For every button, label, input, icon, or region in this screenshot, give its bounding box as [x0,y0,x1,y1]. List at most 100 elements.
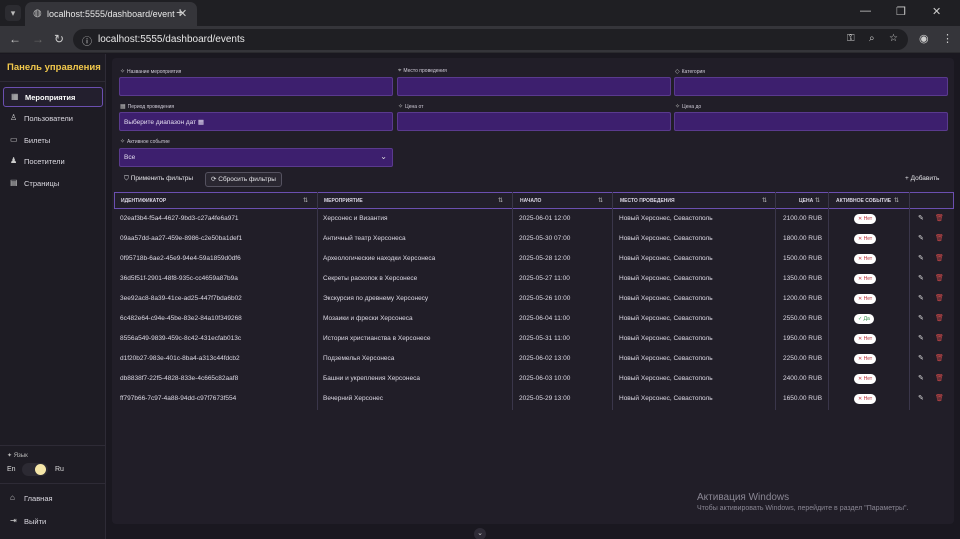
table-row[interactable]: 02eaf3b4-f5a4-4627-9bd3-c27a4fe6a971 Херс… [114,209,954,229]
edit-icon[interactable]: ✎ [918,354,924,362]
table-row[interactable]: d1f20b27-983e-401c-8ba4-a313c44fdcb2 Подз… [114,349,954,369]
table-row[interactable]: 6c482e64-c94e-45be-83e2-84a10f349268 Моза… [114,309,954,329]
delete-icon[interactable]: 🗑 [935,294,944,302]
sort-icon[interactable]: ⇅ [303,197,308,204]
back-arrow-icon[interactable]: ← [9,32,21,46]
active-filter-select[interactable]: Все ⌄ [119,148,393,167]
table-row[interactable]: 8556a549-9839-459c-8c42-431ecfab013c Исто… [114,329,954,349]
edit-icon[interactable]: ✎ [918,214,924,222]
url-text[interactable]: localhost:5555/dashboard/events [98,34,245,45]
restore-button[interactable]: ❐ [896,5,906,18]
cell-start: 2025-05-28 12:00 [519,255,571,262]
sort-icon[interactable]: ⇅ [894,197,899,204]
sort-icon[interactable]: ⇅ [498,197,503,204]
price-to-input[interactable] [674,112,948,131]
add-event-button[interactable]: + Добавить [900,172,944,187]
table-row[interactable]: 09aa57dd-aa27-459e-8986-c2e50ba1def1 Анти… [114,229,954,249]
edit-icon[interactable]: ✎ [918,274,924,282]
category-filter-input[interactable] [674,77,948,96]
edit-icon[interactable]: ✎ [918,314,924,322]
table-row[interactable]: db8838f7-22f5-4828-833e-4c665c82aaf8 Башн… [114,369,954,389]
table-row[interactable]: 36d5f51f-2901-48f8-935c-cc4659a87b9a Секр… [114,269,954,289]
delete-icon[interactable]: 🗑 [935,214,944,222]
edit-icon[interactable]: ✎ [918,394,924,402]
cell-price: 1500.00 RUB [783,255,823,262]
column-header-id[interactable]: ИДЕНТИФИКАТОР [121,198,166,204]
sidebar-item-pages[interactable]: ▤ Страницы [3,174,103,194]
sidebar-item-users[interactable]: ♙ Пользователи [3,109,103,129]
cell-id: ff797b66-7c97-4a88-94dd-c97f7673f554 [120,395,237,402]
sort-icon[interactable]: ⇅ [815,197,820,204]
delete-icon[interactable]: 🗑 [935,374,944,382]
sidebar-item-events[interactable]: ▦ Мероприятия [3,87,103,107]
cell-id: 8556a549-9839-459c-8c42-431ecfab013c [120,335,242,342]
delete-icon[interactable]: 🗑 [935,274,944,282]
delete-icon[interactable]: 🗑 [935,314,944,322]
table-row[interactable]: ff797b66-7c97-4a88-94dd-c97f7673f554 Вече… [114,389,954,409]
column-header-price[interactable]: ЦЕНА [799,198,813,204]
active-filter-label: ✧ Активное событие [120,139,170,145]
globe-icon: ◍ [33,8,42,19]
sidebar-item-label: Билеты [24,136,51,145]
cell-venue: Новый Херсонес, Севастополь [619,355,713,362]
delete-icon[interactable]: 🗑 [935,234,944,242]
sidebar-item-home[interactable]: ⌂ Главная [3,489,103,509]
windows-activation-title: Активация Windows [697,492,790,503]
language-toggle[interactable] [22,463,48,476]
browser-tab[interactable]: ◍ localhost:5555/dashboard/events ✕ [25,2,197,26]
star-icon[interactable]: ☆ [889,33,898,44]
venue-filter-input[interactable] [397,77,671,96]
logout-icon: ⇥ [10,516,17,525]
name-filter-input[interactable] [119,77,393,96]
sort-icon[interactable]: ⇅ [762,197,767,204]
home-icon: ⌂ [10,493,15,502]
name-filter-label: ✧ Название мероприятия [120,69,182,75]
column-header-venue[interactable]: МЕСТО ПРОВЕДЕНИЯ [620,198,675,204]
edit-icon[interactable]: ✎ [918,254,924,262]
sidebar-item-logout[interactable]: ⇥ Выйти [3,512,103,532]
column-header-event[interactable]: МЕРОПРИЯТИЕ [324,198,363,204]
chevron-down-icon[interactable]: ▾ [5,5,21,21]
price-from-input[interactable] [397,112,671,131]
profile-icon[interactable]: ◉ [919,32,929,45]
minimize-button[interactable]: — [860,5,871,17]
reload-icon[interactable]: ↻ [54,32,64,46]
cell-id: 0f95718b-6ae2-45e9-94e4-59a1859d0df6 [120,255,241,262]
table-row[interactable]: 3ee92ac8-8a39-41ce-ad25-447f7bda6b02 Экск… [114,289,954,309]
menu-kebab-icon[interactable]: ⋮ [942,32,953,45]
window-close-button[interactable]: ✕ [932,5,941,18]
delete-icon[interactable]: 🗑 [935,394,944,402]
apply-filters-button[interactable]: ⛉ Применить фильтры [119,172,198,187]
sidebar-item-visitors[interactable]: ♟ Посетители [3,152,103,172]
edit-icon[interactable]: ✎ [918,334,924,342]
key-icon[interactable]: ⚿ [847,33,855,44]
address-bar[interactable]: ⓘ localhost:5555/dashboard/events ⚿ ⌕ ☆ [73,29,908,50]
column-header-start[interactable]: НАЧАЛО [520,198,541,204]
cell-price: 2250.00 RUB [783,355,823,362]
sidebar-item-tickets[interactable]: ▭ Билеты [3,131,103,151]
column-header-active[interactable]: АКТИВНОЕ СОБЫТИЕ [836,198,891,204]
delete-icon[interactable]: 🗑 [935,334,944,342]
edit-icon[interactable]: ✎ [918,374,924,382]
sort-icon[interactable]: ⇅ [598,197,603,204]
language-ru-label: Ru [55,466,64,473]
period-filter-label: ▦ Период проведения [120,104,175,110]
cell-start: 2025-06-02 13:00 [519,355,571,362]
edit-icon[interactable]: ✎ [918,234,924,242]
cell-id: 36d5f51f-2901-48f8-935c-cc4659a87b9a [120,275,238,282]
new-tab-button[interactable]: + [176,5,184,19]
language-title: ✦ Язык [7,452,28,459]
delete-icon[interactable]: 🗑 [935,354,944,362]
scroll-down-icon[interactable]: ⌄ [474,528,486,539]
zoom-icon[interactable]: ⌕ [869,33,875,44]
site-info-icon[interactable]: ⓘ [82,33,92,48]
language-icon: ✦ [7,453,14,459]
edit-icon[interactable]: ✎ [918,294,924,302]
period-filter-input[interactable]: Выберите диапазон дат ▦ [119,112,393,131]
cell-price: 1950.00 RUB [783,335,823,342]
reset-filters-button[interactable]: ⟳ Сбросить фильтры [205,172,282,187]
cell-event: Экскурсия по древнему Херсонесу [323,295,429,302]
delete-icon[interactable]: 🗑 [935,254,944,262]
table-row[interactable]: 0f95718b-6ae2-45e9-94e4-59a1859d0df6 Архе… [114,249,954,269]
forward-arrow-icon[interactable]: → [32,32,44,46]
